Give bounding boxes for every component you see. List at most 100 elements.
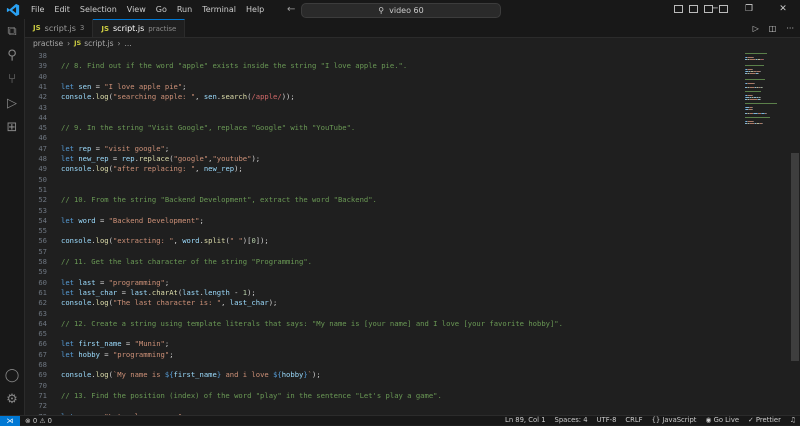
code-token: word (78, 215, 96, 225)
code-line[interactable]: 45 // 9. In the string "Visit Google", re… (25, 123, 743, 133)
vertical-scrollbar[interactable] (790, 49, 800, 415)
code-line[interactable]: 71 // 13. Find the position (index) of th… (25, 391, 743, 401)
back-arrow-icon[interactable]: ← (283, 4, 299, 15)
code-line[interactable]: 70 (25, 381, 743, 391)
menu-edit[interactable]: Edit (49, 0, 75, 19)
code-line[interactable]: 59 (25, 267, 743, 277)
error-count: 0 (32, 416, 38, 425)
run-file-icon[interactable]: ▷ (753, 24, 759, 33)
warning-icon: ⚠ (39, 416, 46, 425)
run-debug-icon[interactable]: ▷ (4, 96, 20, 112)
code-token: /apple/ (251, 92, 282, 102)
tab-script-js-practise[interactable]: JS script.js practise (93, 19, 186, 37)
toggle-panel-icon[interactable] (689, 5, 698, 13)
extensions-icon[interactable]: ⊞ (4, 120, 20, 136)
cursor-position[interactable]: Ln 89, Col 1 (505, 416, 546, 425)
code-token: // 11. Get the last character of the str… (61, 257, 312, 266)
code-line[interactable]: 47 let rep = "visit google"; (25, 144, 743, 154)
code-line[interactable]: 61 let last_char = last.charAt(last.lengt… (25, 288, 743, 298)
code-line[interactable]: 42 console.log("searching apple: ", sen.s… (25, 92, 743, 102)
line-code: let rep = "visit google"; (61, 144, 169, 154)
problems-indicator[interactable]: ⊗ 0 ⚠ 0 (25, 417, 52, 425)
code-line[interactable]: 69 console.log(`My name is ${first_name} … (25, 370, 743, 380)
code-line[interactable]: 65 (25, 329, 743, 339)
line-code: // 12. Create a string using template li… (61, 319, 563, 329)
code-line[interactable]: 66 let first_name = "Munin"; (25, 339, 743, 349)
code-line[interactable]: 62 console.log("The last character is: ",… (25, 298, 743, 308)
code-line[interactable]: 44 (25, 113, 743, 123)
code-line[interactable]: 60 let last = "programming"; (25, 278, 743, 288)
breadcrumb-symbol[interactable]: ... (125, 39, 132, 48)
code-line[interactable]: 54 let word = "Backend Development"; (25, 216, 743, 226)
source-control-icon[interactable]: ⑂ (4, 72, 20, 88)
code-line[interactable]: 63 (25, 309, 743, 319)
encoding[interactable]: UTF-8 (597, 416, 617, 425)
menu-file[interactable]: File (26, 0, 49, 19)
code-line[interactable]: 49 console.log("after replacing: ", new_r… (25, 164, 743, 174)
split-editor-icon[interactable]: ◫ (769, 24, 777, 33)
double-check-icon: ✓ (748, 416, 756, 424)
breadcrumb-folder[interactable]: practise (33, 39, 63, 48)
code-line[interactable]: 38 (25, 51, 743, 61)
minimap-stroke (745, 103, 778, 105)
notifications-bell-icon[interactable]: ♫ (790, 416, 796, 425)
menu-selection[interactable]: Selection (75, 0, 122, 19)
code-line[interactable]: 52 // 10. From the string "Backend Develo… (25, 195, 743, 205)
restore-icon[interactable]: ❐ (732, 0, 766, 19)
breadcrumb: practise › JS script.js › ... (25, 37, 793, 49)
toggle-primary-sidebar-icon[interactable] (674, 5, 683, 13)
code-line[interactable]: 72 (25, 401, 743, 411)
code-line[interactable]: 55 (25, 226, 743, 236)
code-line[interactable]: 40 (25, 72, 743, 82)
more-actions-icon[interactable]: ··· (786, 24, 794, 33)
minimap[interactable] (745, 49, 790, 415)
close-icon[interactable]: ✕ (766, 0, 800, 19)
line-code: let hobby = "programming"; (61, 350, 174, 360)
go-live-button[interactable]: ◉ Go Live (705, 416, 739, 425)
activity-bar: ⧉ ⚲ ⑂ ▷ ⊞ ◯ ⚙ (0, 19, 25, 415)
tab-script-js[interactable]: JS script.js 3 (25, 19, 94, 37)
code-line[interactable]: 41 let sen = "I love apple pie"; (25, 82, 743, 92)
editor-tabs: JS script.js 3 JS script.js practise (25, 19, 800, 38)
line-code: console.log("searching apple: ", sen.sea… (61, 92, 295, 102)
code-editor[interactable]: 38 39 // 8. Find out if the word "apple" e… (25, 49, 743, 415)
settings-gear-icon[interactable]: ⚙ (4, 392, 20, 408)
command-center-search[interactable]: ⚲ video 60 (301, 3, 501, 18)
code-line[interactable]: 39 // 8. Find out if the word "apple" exi… (25, 61, 743, 71)
menu-help[interactable]: Help (241, 0, 269, 19)
end-of-line[interactable]: CRLF (625, 416, 642, 425)
menu-run[interactable]: Run (172, 0, 197, 19)
code-token: last_char (78, 287, 118, 297)
line-number: 38 (38, 51, 47, 60)
code-line[interactable]: 48 let new_rep = rep.replace("google","yo… (25, 154, 743, 164)
menu-terminal[interactable]: Terminal (197, 0, 241, 19)
code-line[interactable]: 67 let hobby = "programming"; (25, 350, 743, 360)
code-line[interactable]: 64 // 12. Create a string using template … (25, 319, 743, 329)
code-line[interactable]: 46 (25, 133, 743, 143)
code-token: "youtube" (212, 154, 252, 163)
code-line[interactable]: 51 (25, 185, 743, 195)
search-icon[interactable]: ⚲ (4, 48, 20, 64)
scrollbar-thumb[interactable] (791, 153, 799, 361)
breadcrumb-file[interactable]: script.js (84, 39, 113, 48)
menu-go[interactable]: Go (151, 0, 172, 19)
code-line[interactable]: 56 console.log("extracting: ", word.split… (25, 236, 743, 246)
code-line[interactable]: 43 (25, 103, 743, 113)
code-line[interactable]: 68 (25, 360, 743, 370)
prettier-status[interactable]: ✓ Prettier (748, 416, 781, 425)
tab-problem-count: 3 (79, 24, 85, 32)
language-mode[interactable]: {} JavaScript (652, 416, 697, 425)
code-line[interactable]: 53 (25, 206, 743, 216)
code-token: // 13. Find the position (index) of the … (61, 390, 442, 400)
code-token: ; (199, 215, 204, 225)
code-line[interactable]: 58 // 11. Get the last character of the s… (25, 257, 743, 267)
menu-view[interactable]: View (122, 0, 151, 19)
code-line[interactable]: 57 (25, 247, 743, 257)
code-line[interactable]: 50 (25, 175, 743, 185)
account-icon[interactable]: ◯ (4, 368, 20, 384)
explorer-icon[interactable]: ⧉ (4, 24, 20, 40)
remote-indicator-icon[interactable]: ⋊ (0, 415, 20, 426)
code-token: split (203, 236, 226, 246)
indentation[interactable]: Spaces: 4 (555, 416, 588, 425)
minimize-icon[interactable]: ─ (698, 0, 732, 19)
